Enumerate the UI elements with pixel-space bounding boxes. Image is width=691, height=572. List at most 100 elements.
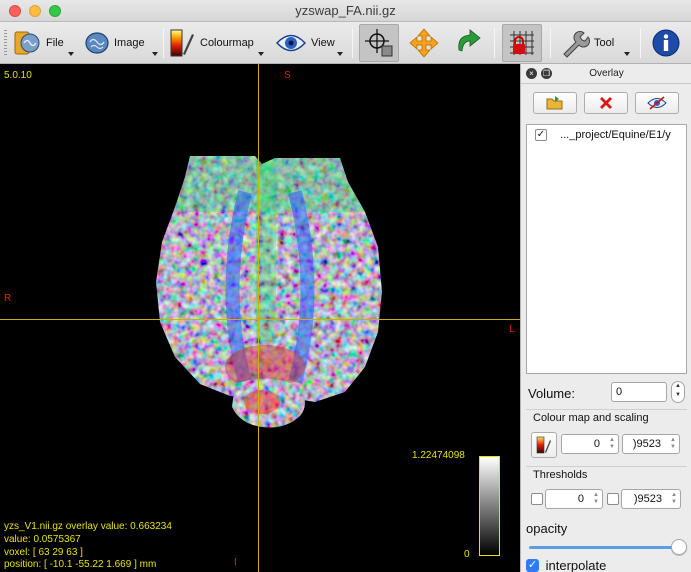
wrench-icon: [563, 31, 590, 58]
overlay-visible-checkbox[interactable]: ✓: [535, 129, 547, 142]
threshold-min-value: 0: [577, 493, 584, 505]
spinner-arrows-icon[interactable]: ▲ ▼: [593, 492, 599, 506]
thresholds-group-divider: [526, 466, 687, 467]
hide-overlay-button[interactable]: [635, 92, 679, 114]
overlay-value-readout: yzs_V1.nii.gz overlay value: 0.663234: [4, 521, 172, 532]
volume-input[interactable]: 0: [611, 382, 667, 402]
image-menu-button[interactable]: Image: [84, 24, 158, 62]
folder-brain-icon: [14, 31, 40, 55]
file-menu-button[interactable]: File: [12, 24, 76, 62]
app-window: yzswap_FA.nii.gz File Image Colourmap Vi…: [0, 0, 691, 572]
pan-tool-button[interactable]: [406, 24, 442, 62]
orientation-right-label: R: [4, 293, 12, 304]
toolbar-separator: [550, 28, 551, 58]
view-menu-label: View: [311, 37, 335, 49]
interpolate-checkbox[interactable]: ✓: [526, 559, 539, 572]
add-overlay-button[interactable]: [533, 92, 577, 114]
colorbar-min-label: 0: [464, 549, 470, 560]
overlay-panel-header: × ❐ Overlay: [521, 64, 691, 84]
threshold-max-checkbox[interactable]: [607, 493, 619, 505]
chevron-down-icon: [68, 52, 74, 56]
toolbar-separator: [163, 28, 164, 58]
chevron-down-icon: [624, 52, 630, 56]
colourmap-menu-button[interactable]: Colourmap: [168, 24, 266, 62]
brain-icon: [85, 32, 109, 54]
toolbar: File Image Colourmap View Tool: [0, 22, 691, 64]
minimize-window-button[interactable]: [29, 5, 41, 17]
grid-lock-icon: [510, 31, 534, 55]
float-panel-icon[interactable]: ❐: [541, 68, 552, 79]
volume-label: Volume:: [528, 386, 575, 401]
colorbar-max-label: 1.22474098: [412, 450, 465, 461]
close-icon[interactable]: ×: [526, 68, 537, 79]
title-bar: yzswap_FA.nii.gz: [0, 0, 691, 22]
voxel-readout: voxel: [ 63 29 63 ]: [4, 547, 83, 558]
thresholds-group-title: Thresholds: [533, 469, 588, 481]
threshold-max-value: )9523: [633, 493, 662, 505]
close-window-button[interactable]: [9, 5, 21, 17]
opacity-label: opacity: [526, 521, 568, 536]
interpolate-label: interpolate: [545, 558, 607, 572]
toolbar-separator: [494, 28, 495, 58]
overlay-list-item[interactable]: ✓ ..._project/Equine/E1/y: [535, 129, 671, 142]
scale-min-value: 0: [593, 438, 600, 450]
info-button[interactable]: [648, 24, 684, 62]
scale-max-value: )9523: [632, 438, 661, 450]
info-icon: [652, 29, 680, 57]
view-menu-button[interactable]: View: [275, 24, 345, 62]
chevron-down-icon: [152, 52, 158, 56]
image-viewer[interactable]: 5.0.10 S R L I 1.22474098 0 yzs_V1.nii.g…: [0, 64, 520, 572]
eye-icon: [275, 34, 307, 52]
threshold-min-checkbox[interactable]: [531, 493, 543, 505]
threshold-min-input[interactable]: 0 ▲ ▼: [545, 489, 603, 509]
move-arrows-icon: [409, 28, 439, 58]
fa-brain-image: [156, 156, 382, 428]
crosshair-tool-button[interactable]: [359, 24, 399, 62]
rotate-arrow-icon: [458, 29, 481, 52]
colourmap-icon: [170, 29, 194, 57]
threshold-max-input[interactable]: )9523 ▲ ▼: [621, 489, 681, 509]
colourmap-menu-label: Colourmap: [200, 37, 254, 49]
crosshair-horizontal-line: [0, 319, 520, 320]
colourmap-select-button[interactable]: [531, 432, 557, 458]
orientation-superior-label: S: [284, 70, 291, 81]
spinner-arrows-icon[interactable]: ▲ ▼: [609, 437, 615, 451]
colourmap-group-title: Colour map and scaling: [533, 412, 649, 424]
volume-stepper[interactable]: ▲ ▼: [671, 381, 685, 403]
toolbar-separator: [352, 28, 353, 58]
chevron-down-icon: [258, 52, 264, 56]
overlay-panel: × ❐ Overlay ✓ ..._project/Equine/E1/y Vo…: [520, 64, 691, 572]
orientation-inferior-label: I: [234, 557, 237, 568]
interpolate-option[interactable]: ✓ interpolate: [526, 557, 606, 572]
crosshair-vertical-line: [258, 64, 259, 572]
colourmap-icon: [536, 436, 551, 454]
tool-menu-button[interactable]: Tool: [560, 24, 634, 62]
scale-min-input[interactable]: 0 ▲ ▼: [561, 434, 619, 454]
rotate-tool-button[interactable]: [450, 24, 486, 62]
opacity-slider-thumb[interactable]: [671, 539, 687, 555]
scale-max-input[interactable]: )9523 ▲ ▼: [622, 434, 680, 454]
eye-hidden-icon: [647, 96, 667, 110]
window-title: yzswap_FA.nii.gz: [295, 3, 396, 18]
open-folder-icon: [546, 96, 563, 110]
overlay-filename: ..._project/Equine/E1/y: [560, 129, 671, 142]
spinner-arrows-icon[interactable]: ▲ ▼: [671, 492, 677, 506]
lock-view-button[interactable]: [502, 24, 542, 62]
remove-overlay-button[interactable]: [584, 92, 628, 114]
version-label: 5.0.10: [4, 70, 32, 81]
volume-value: 0: [616, 386, 623, 398]
tool-menu-label: Tool: [594, 37, 615, 49]
position-readout: position: [ -10.1 -55.22 1.669 ] mm: [4, 559, 157, 570]
overlay-list[interactable]: ✓ ..._project/Equine/E1/y: [526, 124, 687, 374]
colourmap-group-divider: [526, 409, 687, 410]
toolbar-separator: [640, 28, 641, 58]
toolbar-grip: [4, 30, 7, 56]
overlay-panel-title: Overlay: [589, 68, 624, 79]
value-readout: value: 0.0575367: [4, 534, 81, 545]
opacity-slider-track[interactable]: [529, 546, 679, 549]
crosshair-icon: [365, 29, 393, 57]
spinner-arrows-icon[interactable]: ▲ ▼: [670, 437, 676, 451]
orientation-left-label: L: [509, 324, 515, 335]
colorbar: [479, 456, 500, 556]
maximize-window-button[interactable]: [49, 5, 61, 17]
